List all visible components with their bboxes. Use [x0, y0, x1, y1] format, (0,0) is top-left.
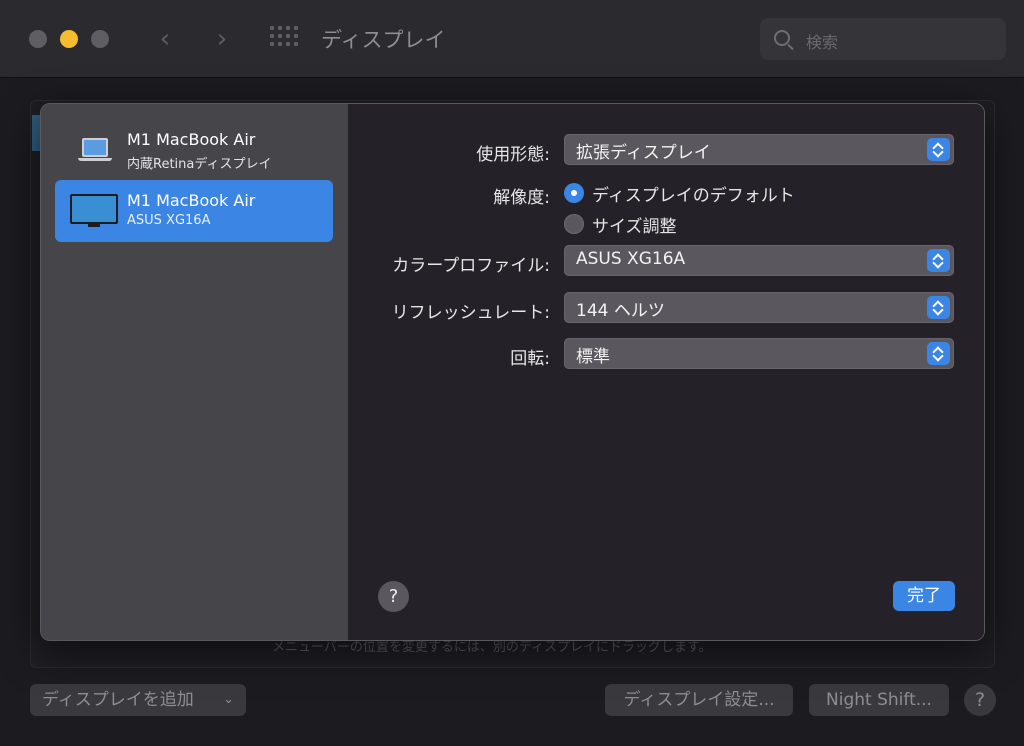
display-arrangement-thumb — [32, 115, 40, 151]
laptop-icon — [78, 138, 112, 166]
display-name: M1 MacBook Air — [127, 191, 256, 210]
rotation-label: 回転: — [510, 349, 550, 369]
rotation-value: 標準 — [576, 347, 610, 367]
popup-stepper-icon — [927, 249, 950, 272]
usage-label: 使用形態: — [476, 145, 550, 165]
search-icon — [774, 30, 790, 46]
add-display-button[interactable]: ディスプレイを追加 ⌄ — [30, 684, 246, 716]
resolution-scaled-radio[interactable] — [564, 214, 584, 234]
display-subtitle: 内蔵Retinaディスプレイ — [127, 157, 272, 172]
rotation-popup[interactable]: 標準 — [564, 338, 954, 369]
zoom-window-button[interactable] — [91, 30, 109, 48]
display-settings-button[interactable]: ディスプレイ設定... — [605, 684, 793, 716]
popup-stepper-icon — [927, 138, 950, 161]
window-titlebar: ‹ › ディスプレイ 検索 — [0, 0, 1024, 78]
display-settings-sheet: M1 MacBook Air 内蔵Retinaディスプレイ M1 MacBook… — [40, 103, 985, 641]
refresh-rate-popup[interactable]: 144 ヘルツ — [564, 292, 954, 323]
sheet-help-button[interactable]: ? — [378, 581, 409, 612]
resolution-default-label[interactable]: ディスプレイのデフォルト — [592, 181, 795, 206]
resolution-default-radio[interactable] — [564, 183, 584, 203]
display-item-external[interactable]: M1 MacBook Air ASUS XG16A — [55, 180, 333, 242]
done-button[interactable]: 完了 — [893, 581, 955, 611]
search-input[interactable]: 検索 — [760, 18, 1006, 60]
refresh-rate-value: 144 ヘルツ — [576, 301, 665, 321]
back-chevron-icon[interactable]: ‹ — [148, 22, 182, 56]
night-shift-button[interactable]: Night Shift... — [809, 684, 949, 716]
display-item-builtin[interactable]: M1 MacBook Air 内蔵Retinaディスプレイ — [55, 120, 333, 182]
color-profile-value: ASUS XG16A — [576, 249, 686, 269]
window-title: ディスプレイ — [321, 28, 446, 52]
search-placeholder: 検索 — [806, 33, 839, 52]
show-all-grid-icon[interactable] — [270, 26, 298, 52]
chevron-down-icon: ⌄ — [223, 692, 234, 707]
usage-popup[interactable]: 拡張ディスプレイ — [564, 134, 954, 165]
monitor-icon — [70, 194, 118, 228]
color-profile-label: カラープロファイル: — [392, 256, 550, 276]
resolution-scaled-label[interactable]: サイズ調整 — [592, 212, 677, 237]
resolution-label: 解像度: — [493, 188, 550, 208]
background-help-button[interactable]: ? — [964, 684, 996, 716]
display-list-sidebar: M1 MacBook Air 内蔵Retinaディスプレイ M1 MacBook… — [41, 104, 348, 640]
close-window-button[interactable] — [29, 30, 47, 48]
color-profile-popup[interactable]: ASUS XG16A — [564, 245, 954, 276]
popup-stepper-icon — [927, 342, 950, 365]
minimize-window-button[interactable] — [60, 30, 78, 48]
popup-stepper-icon — [927, 296, 950, 319]
display-settings-panel: 使用形態: 拡張ディスプレイ 解像度: ディスプレイのデフォルト サイズ調整 カ… — [348, 104, 984, 640]
refresh-rate-label: リフレッシュレート: — [391, 303, 550, 323]
display-name: M1 MacBook Air — [127, 130, 256, 149]
forward-chevron-icon[interactable]: › — [205, 22, 239, 56]
add-display-label: ディスプレイを追加 — [42, 690, 194, 710]
display-subtitle: ASUS XG16A — [127, 213, 211, 228]
usage-value: 拡張ディスプレイ — [576, 143, 711, 163]
